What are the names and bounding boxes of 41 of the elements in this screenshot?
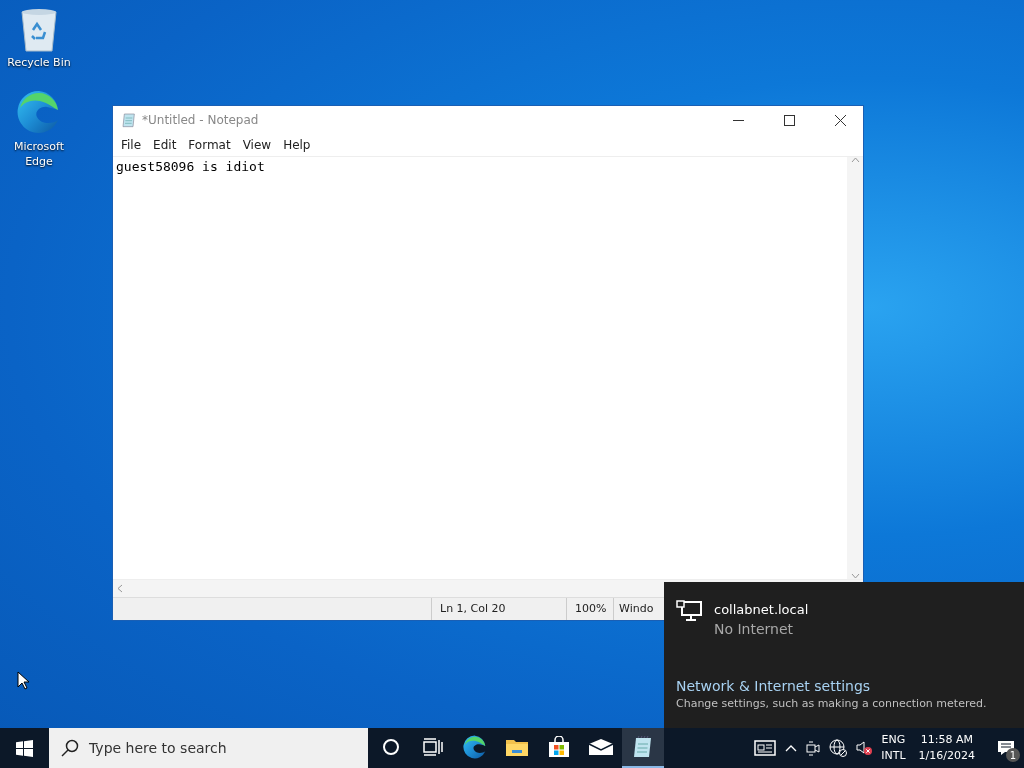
camera-icon[interactable] [806, 740, 821, 756]
desktop-icon-label[interactable]: Microsoft Edge [2, 139, 76, 169]
status-text: 100% [575, 602, 607, 615]
taskbar-button[interactable] [622, 728, 664, 768]
menu-item[interactable]: Edit [147, 138, 183, 152]
menu-item[interactable]: Format [182, 138, 237, 152]
notepad-icon [121, 112, 137, 128]
clock[interactable]: 11:58 AM 1/16/2024 [914, 732, 979, 764]
globe-icon[interactable] [829, 739, 848, 757]
language-indicator[interactable]: ENG INTL [881, 732, 906, 764]
search-field[interactable]: Type here to search [49, 728, 368, 768]
notification-count: 1 [1006, 748, 1020, 762]
news-icon[interactable] [754, 740, 777, 756]
start-icon[interactable] [16, 739, 33, 757]
chevron-up-icon[interactable] [785, 744, 798, 752]
envelope-icon[interactable] [588, 738, 614, 756]
settings-link[interactable]: Network & Internet settings [676, 678, 1012, 694]
muted-speaker-icon[interactable] [856, 740, 873, 756]
close-icon[interactable] [834, 114, 846, 126]
text-area[interactable]: guest58096 is idiot [113, 157, 847, 579]
status-text: Windo [619, 602, 654, 615]
settings-hint: Change settings, such as making a connection metered. [676, 697, 988, 710]
status-text: Ln 1, Col 20 [440, 602, 506, 615]
folder-icon[interactable] [505, 737, 529, 757]
network-name[interactable]: collabnet.local [714, 600, 809, 619]
network-status: No Internet [714, 620, 795, 639]
wired-network-icon [676, 600, 702, 622]
minimize-icon[interactable] [732, 119, 744, 121]
menu-item[interactable]: File [115, 138, 148, 152]
browser-icon[interactable] [462, 734, 488, 760]
menu-item[interactable]: Help [277, 138, 317, 152]
recycle-bin-icon[interactable] [19, 6, 59, 52]
shopping-bag-icon[interactable] [548, 736, 570, 758]
menu-item[interactable]: View [236, 138, 278, 152]
maximize-icon[interactable] [783, 114, 795, 126]
desktop-icon-label[interactable]: Recycle Bin [2, 55, 76, 70]
circle-icon[interactable] [382, 738, 400, 756]
window-title: *Untitled - Notepad [142, 113, 260, 127]
task-view-icon[interactable] [423, 738, 443, 756]
cursor-icon [17, 671, 29, 690]
search-icon [61, 739, 79, 757]
